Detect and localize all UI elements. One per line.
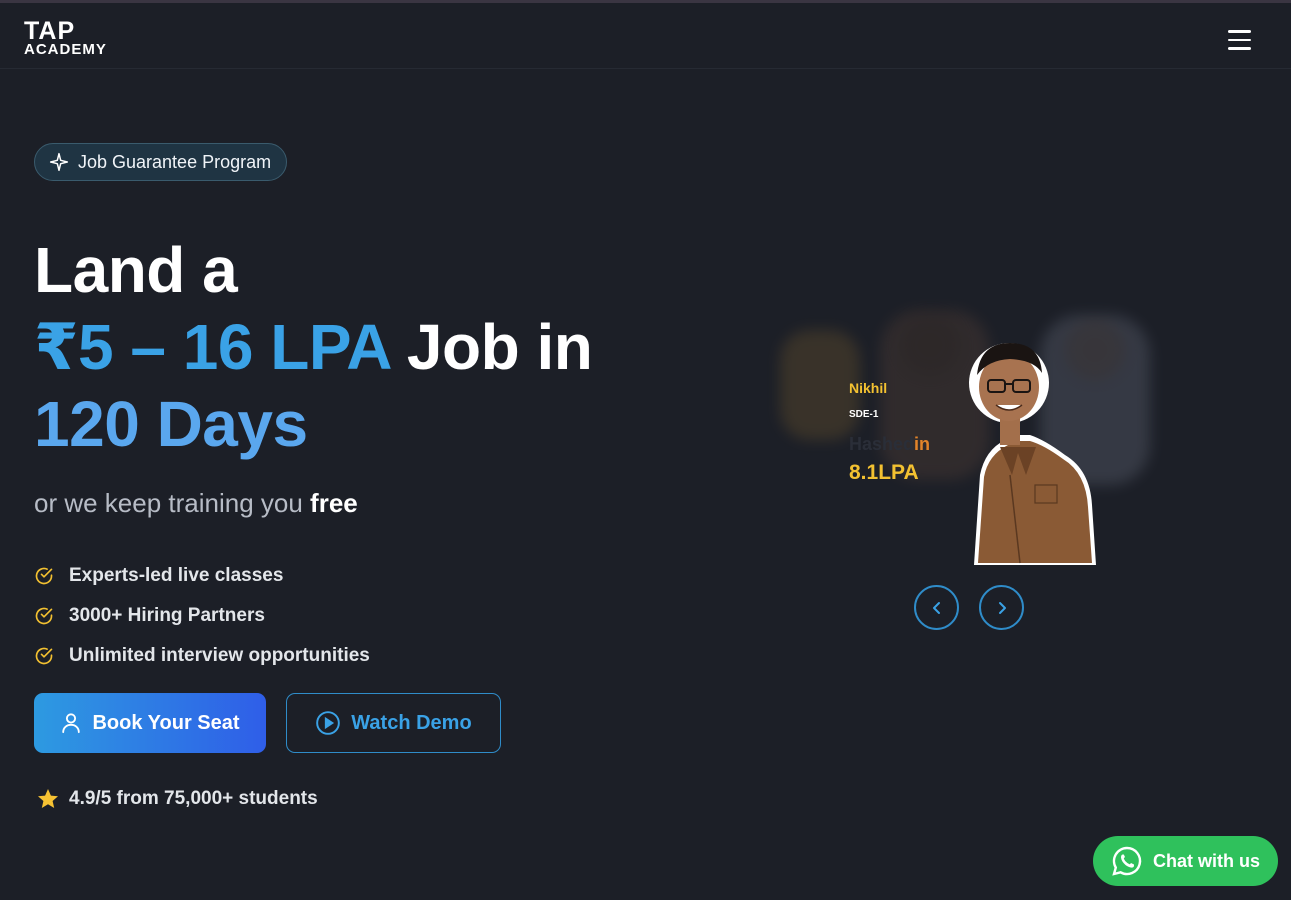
job-guarantee-badge: Job Guarantee Program: [34, 143, 287, 181]
carousel-prev-button[interactable]: [914, 585, 959, 630]
rating-text: 4.9/5 from 75,000+ students: [69, 788, 318, 809]
student-role: SDE-1: [849, 409, 879, 420]
chat-label: Chat with us: [1153, 850, 1260, 871]
feature-item: Experts-led live classes: [34, 556, 370, 596]
check-circle-icon: [35, 567, 53, 585]
feature-label: Unlimited interview opportunities: [69, 645, 370, 666]
testimonial-carousel: Nikhil SDE-1 Hashedin 8.1LPA: [780, 300, 1160, 570]
check-circle-icon: [35, 607, 53, 625]
student-photo: [969, 343, 1096, 565]
student-package: 8.1LPA: [849, 461, 919, 484]
headline-line2: ₹5 – 16 LPA Job in: [34, 309, 593, 386]
badge-label: Job Guarantee Program: [78, 151, 272, 172]
feature-item: 3000+ Hiring Partners: [34, 596, 370, 636]
student-name: Nikhil: [849, 380, 888, 396]
feature-label: Experts-led live classes: [69, 565, 284, 586]
hamburger-icon[interactable]: [1226, 30, 1256, 54]
subline-bold: free: [310, 488, 358, 518]
company-logo: Hashedin: [849, 434, 930, 455]
sparkle-icon: [49, 152, 69, 172]
book-seat-label: Book Your Seat: [92, 711, 240, 734]
navbar: TAP ACADEMY: [0, 3, 1291, 69]
watch-demo-label: Watch Demo: [351, 711, 472, 734]
blurred-card-bg: [780, 330, 860, 440]
company-prefix: Hashed: [849, 434, 915, 454]
feature-item: Unlimited interview opportunities: [34, 636, 370, 676]
rating: 4.9/5 from 75,000+ students: [36, 787, 318, 811]
watch-demo-button[interactable]: Watch Demo: [286, 693, 501, 753]
feature-list: Experts-led live classes 3000+ Hiring Pa…: [34, 556, 370, 676]
user-icon: [62, 713, 81, 734]
book-seat-button[interactable]: Book Your Seat: [34, 693, 266, 753]
salary-range: ₹5 – 16 LPA: [34, 311, 390, 383]
chevron-left-icon: [932, 601, 940, 614]
subline-prefix: or we keep training you: [34, 488, 311, 518]
logo-line2: ACADEMY: [24, 41, 107, 58]
headline-line3: 120 Days: [34, 388, 308, 460]
company-suffix: in: [914, 434, 931, 454]
hero-headline: Land a ₹5 – 16 LPA Job in 120 Days: [34, 232, 593, 463]
headline-line1: Land a: [34, 234, 238, 306]
hero-subline: or we keep training you free: [34, 488, 358, 519]
headline-line2-rest: Job in: [389, 311, 593, 383]
carousel-next-button[interactable]: [979, 585, 1024, 630]
chevron-right-icon: [998, 601, 1006, 614]
check-circle-icon: [35, 647, 53, 665]
play-circle-icon: [316, 711, 341, 735]
logo[interactable]: TAP ACADEMY: [24, 19, 107, 58]
feature-label: 3000+ Hiring Partners: [69, 605, 265, 626]
whatsapp-chat-button[interactable]: Chat with us: [1093, 836, 1278, 886]
star-icon: [38, 789, 58, 808]
whatsapp-icon: [1112, 846, 1142, 876]
